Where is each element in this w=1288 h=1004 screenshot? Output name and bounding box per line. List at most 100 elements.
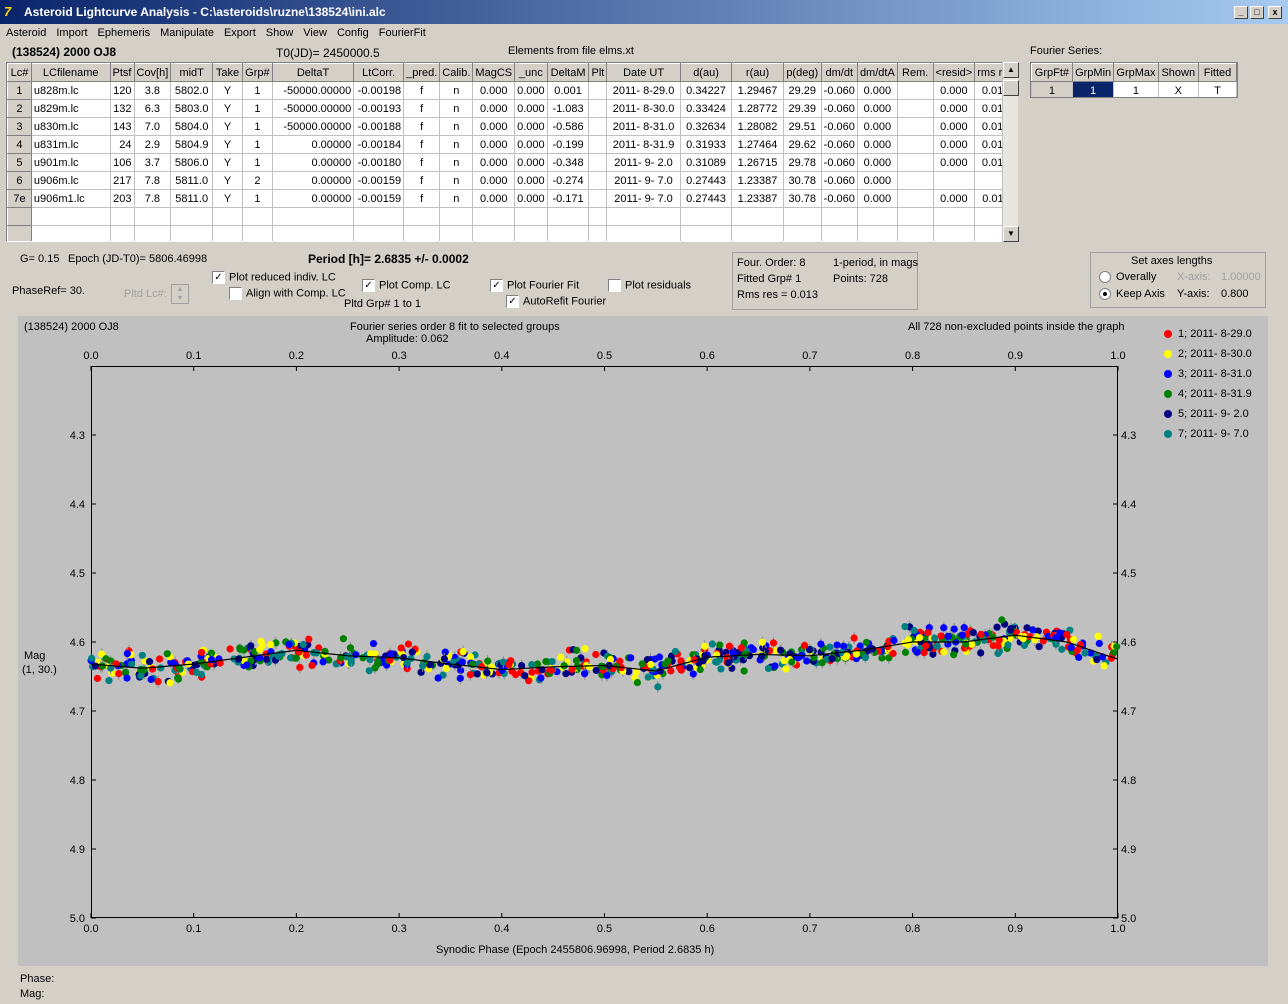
table-cell[interactable]: -0.060 [820, 171, 858, 190]
table-cell[interactable]: f [403, 81, 441, 100]
table-cell[interactable]: u828m.lc [30, 81, 111, 100]
grid-scrollbar[interactable]: ▲ ▼ [1002, 62, 1019, 242]
table-cell[interactable]: 0.31089 [679, 153, 733, 172]
table-cell[interactable] [241, 207, 273, 226]
table-cell[interactable] [896, 207, 934, 226]
table-cell[interactable]: 0.000 [856, 117, 898, 136]
menu-view[interactable]: View [297, 24, 331, 39]
table-cell[interactable]: 0.000 [932, 189, 976, 208]
table-cell[interactable]: 1 [241, 153, 273, 172]
row-header[interactable]: 7e [7, 189, 32, 208]
table-cell[interactable]: 203 [109, 189, 135, 208]
table-cell[interactable]: -0.00159 [353, 189, 405, 208]
table-cell[interactable]: Y [212, 81, 243, 100]
row-header[interactable]: 3 [7, 117, 32, 136]
table-cell[interactable]: -0.274 [546, 171, 590, 190]
fourier-row[interactable]: 111XT [1031, 81, 1237, 97]
table-cell[interactable]: u906m.lc [30, 171, 111, 190]
table-cell[interactable]: 0.000 [514, 81, 548, 100]
table-cell[interactable]: n [439, 171, 474, 190]
table-cell[interactable]: -1.083 [546, 99, 590, 118]
table-cell[interactable] [896, 99, 934, 118]
table-cell[interactable]: 2011- 8-29.0 [606, 81, 681, 100]
scroll-down-icon[interactable]: ▼ [1003, 226, 1019, 242]
table-row[interactable]: 7e u906m1.lc 203 7.8 5811.0 Y 1 0.00000 -0.00159… [7, 189, 1017, 208]
table-cell[interactable] [588, 207, 608, 226]
table-cell[interactable] [109, 225, 135, 241]
table-cell[interactable]: 0.000 [472, 135, 516, 154]
table-cell[interactable]: Y [212, 189, 243, 208]
table-cell[interactable] [212, 225, 243, 241]
table-cell[interactable]: -0.586 [546, 117, 590, 136]
table-cell[interactable]: 1 [241, 135, 273, 154]
table-cell[interactable] [109, 207, 135, 226]
yaxis-value[interactable]: 0.800 [1221, 288, 1249, 300]
table-cell[interactable]: 2011- 8-30.0 [606, 99, 681, 118]
column-header[interactable]: Grp# [241, 63, 273, 82]
minimize-button[interactable]: _ [1234, 6, 1248, 19]
table-cell[interactable]: f [403, 189, 441, 208]
table-cell[interactable] [606, 225, 681, 241]
table-cell[interactable]: -50000.00000 [271, 117, 355, 136]
column-header[interactable]: dm/dt [820, 63, 858, 82]
table-cell[interactable]: u831m.lc [30, 135, 111, 154]
table-cell[interactable]: 29.62 [782, 135, 822, 154]
table-cell[interactable] [606, 207, 681, 226]
table-cell[interactable]: 0.000 [472, 81, 516, 100]
table-cell[interactable]: 7.8 [133, 171, 172, 190]
table-cell[interactable] [133, 225, 172, 241]
table-cell[interactable]: 5806.0 [170, 153, 214, 172]
table-cell[interactable]: f [403, 171, 441, 190]
table-cell[interactable]: 1 [241, 81, 273, 100]
plot-comp-checkbox[interactable]: ✓ Plot Comp. LC [362, 279, 451, 292]
table-cell[interactable]: 217 [109, 171, 135, 190]
table-cell[interactable]: Y [212, 171, 243, 190]
table-cell[interactable] [820, 207, 858, 226]
table-cell[interactable]: -0.00193 [353, 99, 405, 118]
table-cell[interactable]: 0.00000 [271, 153, 355, 172]
fourier-column-header[interactable]: GrpFt# [1031, 63, 1073, 82]
table-cell[interactable]: -0.060 [820, 81, 858, 100]
fourier-cell[interactable]: 1 [1071, 81, 1115, 97]
table-cell[interactable]: 5804.9 [170, 135, 214, 154]
table-cell[interactable] [820, 225, 858, 241]
table-cell[interactable]: 0.31933 [679, 135, 733, 154]
table-cell[interactable]: 6.3 [133, 99, 172, 118]
xaxis-value[interactable]: 1.00000 [1221, 271, 1261, 283]
pltd-lc-spinner[interactable]: ▲ ▼ [171, 284, 189, 304]
close-button[interactable]: x [1268, 6, 1282, 19]
row-header[interactable]: 5 [7, 153, 32, 172]
table-cell[interactable]: 0.000 [856, 153, 898, 172]
table-cell[interactable]: 0.000 [472, 189, 516, 208]
fourier-column-header[interactable]: GrpMin [1071, 63, 1115, 82]
align-comp-checkbox[interactable]: Align with Comp. LC [229, 287, 346, 300]
table-cell[interactable]: 3.8 [133, 81, 172, 100]
overally-radio[interactable]: Overally [1099, 271, 1156, 284]
row-header[interactable]: 1 [7, 81, 32, 100]
table-cell[interactable] [896, 225, 934, 241]
fourier-cell[interactable]: 1 [1113, 81, 1159, 97]
table-cell[interactable] [403, 207, 441, 226]
keep-axis-radio[interactable]: Keep Axis [1099, 288, 1165, 301]
column-header[interactable]: DeltaT [271, 63, 355, 82]
table-cell[interactable] [546, 225, 590, 241]
table-cell[interactable] [856, 207, 898, 226]
table-cell[interactable] [7, 225, 32, 241]
table-cell[interactable]: -50000.00000 [271, 81, 355, 100]
table-cell[interactable] [588, 117, 608, 136]
table-cell[interactable] [679, 207, 733, 226]
table-cell[interactable]: 1 [241, 117, 273, 136]
table-row[interactable]: 2 u829m.lc 132 6.3 5803.0 Y 1 -50000.00000 -0.00… [7, 99, 1017, 118]
table-cell[interactable]: 0.000 [856, 171, 898, 190]
table-cell[interactable] [588, 225, 608, 241]
table-cell[interactable]: -0.060 [820, 135, 858, 154]
table-cell[interactable] [212, 207, 243, 226]
column-header[interactable]: Plt [588, 63, 608, 82]
table-cell[interactable]: 143 [109, 117, 135, 136]
table-cell[interactable]: -0.060 [820, 189, 858, 208]
table-cell[interactable]: 0.000 [932, 117, 976, 136]
table-cell[interactable]: 0.000 [472, 99, 516, 118]
plot-reduced-checkbox[interactable]: ✓ Plot reduced indiv. LC [212, 271, 336, 284]
table-row[interactable]: 3 u830m.lc 143 7.0 5804.0 Y 1 -50000.00000 -0.00… [7, 117, 1017, 136]
table-cell[interactable]: 29.29 [782, 81, 822, 100]
